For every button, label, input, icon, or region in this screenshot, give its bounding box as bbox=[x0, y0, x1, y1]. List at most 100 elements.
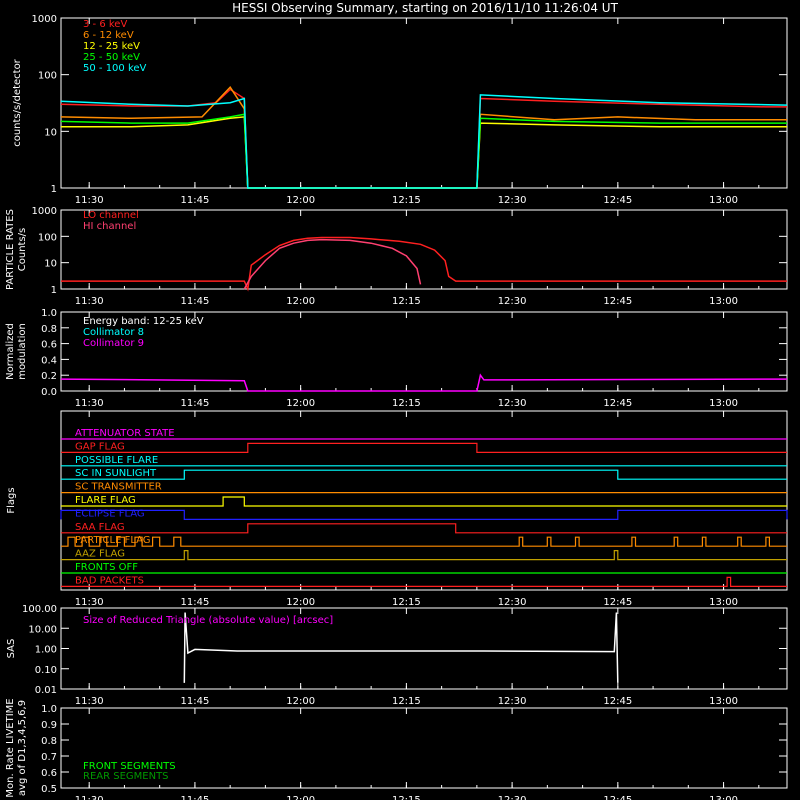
y-axis-label-2: modulation bbox=[17, 323, 28, 380]
x-tick-label: 11:45 bbox=[181, 795, 210, 800]
flag-line bbox=[61, 496, 787, 507]
x-tick-label: 12:30 bbox=[498, 398, 527, 409]
y-tick-label: 0.8 bbox=[41, 324, 57, 335]
flag-line bbox=[61, 536, 787, 547]
y-axis-label: counts/s/detector bbox=[12, 58, 23, 146]
y-axis-label: PARTICLE RATES bbox=[5, 209, 16, 290]
y-tick-label: 0.10 bbox=[35, 665, 57, 676]
y-tick-label: 0.01 bbox=[35, 685, 57, 696]
panel-particle-rates: 11:30 11:45 12:00 12:15 12:30 12:45 13:00 1 10 10… bbox=[5, 206, 788, 307]
flag-label: SC TRANSMITTER bbox=[75, 482, 162, 493]
legend-entry: LO channel bbox=[83, 210, 139, 221]
x-tick-label: 12:15 bbox=[392, 195, 421, 206]
flag-label: GAP FLAG bbox=[75, 441, 125, 452]
y-tick-label: 1000 bbox=[32, 206, 57, 217]
panel-frame bbox=[60, 209, 788, 290]
legend-entry: 25 - 50 keV bbox=[83, 52, 140, 63]
y-tick-label: 100 bbox=[38, 232, 57, 243]
panel-count-rates: 11:30 11:45 12:00 12:15 12:30 12:45 13:00 1 10 10… bbox=[12, 14, 788, 206]
flag-label: ATTENUATOR STATE bbox=[75, 428, 175, 439]
y-tick-label: 10 bbox=[44, 127, 57, 138]
y-tick-label: 100.00 bbox=[22, 604, 57, 615]
y-tick-label: 0.2 bbox=[41, 371, 57, 382]
flag-label: SC IN SUNLIGHT bbox=[75, 468, 157, 479]
x-tick-label: 11:30 bbox=[75, 195, 104, 206]
flag-line bbox=[61, 576, 787, 587]
x-tick-label: 11:30 bbox=[75, 398, 104, 409]
flag-line bbox=[61, 550, 787, 561]
x-tick-label: 12:30 bbox=[498, 696, 527, 707]
y-tick-label: 0.5 bbox=[41, 784, 57, 795]
x-tick-label: 12:45 bbox=[603, 597, 632, 608]
legend-entry: Collimator 8 bbox=[83, 327, 144, 338]
panel-monitor-rate: 11:30 11:45 12:00 12:15 12:30 12:45 13:00 0.5 0.… bbox=[5, 698, 788, 800]
x-tick-label: 12:30 bbox=[498, 597, 527, 608]
y-tick-label: 0.7 bbox=[41, 752, 57, 763]
legend-entry: Collimator 9 bbox=[83, 338, 144, 349]
x-tick-label: 12:00 bbox=[286, 296, 315, 307]
x-tick-label: 12:00 bbox=[286, 597, 315, 608]
flag-label: ECLIPSE FLAG bbox=[75, 508, 145, 519]
series-line-50-100-kev bbox=[60, 94, 788, 189]
x-tick-label: 13:00 bbox=[709, 296, 738, 307]
x-tick-label: 12:45 bbox=[603, 296, 632, 307]
x-tick-label: 11:45 bbox=[181, 696, 210, 707]
flag-line bbox=[61, 442, 787, 453]
y-tick-label: 1.0 bbox=[41, 308, 57, 319]
flag-label: BAD PACKETS bbox=[75, 575, 144, 586]
panel-flags: 11:30 11:45 12:00 12:15 12:30 12:45 13:00 Flags… bbox=[6, 410, 788, 608]
flag-label: POSSIBLE FLARE bbox=[75, 455, 158, 466]
y-tick-label: 0.6 bbox=[41, 768, 57, 779]
flag-label: FRONTS OFF bbox=[75, 562, 138, 573]
x-tick-label: 11:45 bbox=[181, 597, 210, 608]
x-tick-label: 12:00 bbox=[286, 696, 315, 707]
chart-title: HESSI Observing Summary, starting on 201… bbox=[232, 1, 618, 15]
x-tick-label: 13:00 bbox=[709, 696, 738, 707]
x-tick-label: 12:30 bbox=[498, 296, 527, 307]
x-tick-label: 11:30 bbox=[75, 296, 104, 307]
y-tick-label: 0.0 bbox=[41, 387, 57, 398]
flag-label: FLARE FLAG bbox=[75, 495, 136, 506]
y-tick-label: 1.00 bbox=[35, 645, 57, 656]
x-tick-label: 11:45 bbox=[181, 195, 210, 206]
legend-entry: 12 - 25 keV bbox=[83, 41, 140, 52]
x-tick-label: 13:00 bbox=[709, 795, 738, 800]
x-tick-label: 12:15 bbox=[392, 398, 421, 409]
x-tick-label: 11:30 bbox=[75, 795, 104, 800]
y-tick-label: 0.8 bbox=[41, 736, 57, 747]
y-axis-label: Mon. Rate LIVETIME bbox=[5, 698, 16, 797]
x-tick-label: 13:00 bbox=[709, 398, 738, 409]
series-line-collimator-9 bbox=[60, 373, 788, 392]
y-tick-label: 1 bbox=[51, 285, 57, 296]
x-tick-label: 12:15 bbox=[392, 296, 421, 307]
y-axis-label: SAS bbox=[6, 639, 17, 659]
x-tick-label: 11:45 bbox=[181, 296, 210, 307]
x-tick-label: 12:15 bbox=[392, 696, 421, 707]
legend-entry: 50 - 100 keV bbox=[83, 63, 147, 74]
x-tick-label: 12:30 bbox=[498, 195, 527, 206]
flag-line bbox=[60, 509, 788, 520]
series-line-lo-channel bbox=[61, 236, 787, 292]
flag-label: SAA FLAG bbox=[75, 522, 125, 533]
y-tick-label: 100 bbox=[38, 71, 57, 82]
x-tick-label: 13:00 bbox=[709, 597, 738, 608]
x-tick-label: 12:45 bbox=[603, 795, 632, 800]
y-tick-label: 10 bbox=[44, 259, 57, 270]
flag-label: PARTICLE FLAG bbox=[75, 535, 151, 546]
x-tick-label: 13:00 bbox=[709, 195, 738, 206]
y-tick-label: 1.0 bbox=[41, 704, 57, 715]
series-line-hi-channel bbox=[243, 238, 422, 290]
legend-entry: Energy band: 12-25 keV bbox=[83, 316, 204, 327]
x-tick-label: 12:45 bbox=[603, 195, 632, 206]
y-tick-label: 0.6 bbox=[41, 340, 57, 351]
y-axis-label: Normalized bbox=[5, 323, 16, 380]
panel-modulation: 11:30 11:45 12:00 12:15 12:30 12:45 13:00 0.0 0.… bbox=[5, 308, 788, 409]
x-tick-label: 12:45 bbox=[603, 398, 632, 409]
y-axis-label-2: Counts/s bbox=[17, 228, 28, 272]
legend-entry: HI channel bbox=[83, 221, 136, 232]
flag-line bbox=[61, 523, 787, 534]
legend-entry: 3 - 6 keV bbox=[83, 19, 127, 30]
flag-label: AAZ FLAG bbox=[75, 549, 125, 560]
hessi-summary-figure: HESSI Observing Summary, starting on 201… bbox=[5, 1, 788, 800]
y-tick-label: 10.00 bbox=[28, 624, 57, 635]
